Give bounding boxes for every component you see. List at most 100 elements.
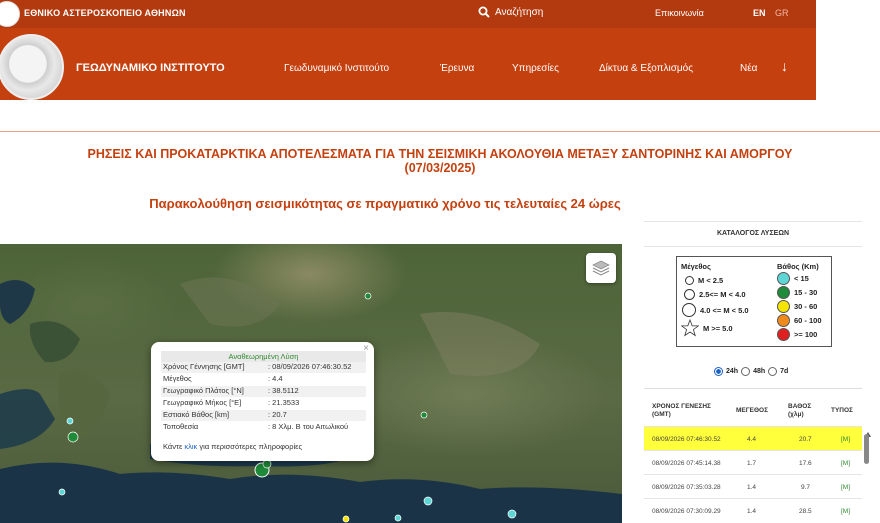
more-info-post: για περισσότερες πληροφορίες	[197, 442, 303, 451]
radio-7d[interactable]	[768, 367, 778, 376]
legend-mag-row: 2.5<= M < 4.0	[684, 289, 746, 300]
page-subtitle: Παρακολούθηση σεισμικότητας σε πραγματικ…	[149, 196, 621, 211]
legend-depth-row: < 15	[777, 272, 809, 285]
cell-type: [M]	[841, 508, 851, 515]
popup-row: Εστιακό Βάθος [km]: 20.7	[161, 410, 366, 421]
page-headline[interactable]: ΡΗΣΕΙΣ ΚΑΙ ΠΡΟΚΑΤΑΡΚΤΙΚΑ ΑΠΟΤΕΛΕΣΜΑΤΑ ΓΙ…	[0, 147, 880, 175]
cell-type: [M]	[841, 484, 851, 491]
popup-more-info: Κάντε κλικ για περισσότερες πληροφορίες	[163, 442, 302, 451]
lang-en-link[interactable]: EN	[753, 8, 766, 18]
legend-mag-row: M < 2.5	[685, 276, 723, 285]
legend-depth-label: 30 - 60	[794, 302, 818, 311]
legend-depth-label: 60 - 100	[794, 316, 822, 325]
top-bar: ΕΘΝΙΚΟ ΑΣΤΕΡΟΣΚΟΠΕΙΟ ΑΘΗΝΩΝ Αναζήτηση Επ…	[0, 0, 816, 28]
popup-row: Γεωγραφικό Πλάτος [°N]: 38.5112	[161, 386, 366, 397]
arrow-down-icon[interactable]: ↓	[781, 58, 788, 74]
popup-value: : 20.7	[268, 410, 287, 419]
headline-line1: ΡΗΣΕΙΣ ΚΑΙ ΠΡΟΚΑΤΑΡΚΤΙΚΑ ΑΠΟΤΕΛΕΣΜΑΤΑ ΓΙ…	[87, 147, 793, 161]
table-row[interactable]: 08/09/2026 07:45:14.38 1.7 17.6 [M]	[644, 450, 862, 475]
legend-depth-label: < 15	[794, 274, 809, 283]
table-row[interactable]: 08/09/2026 07:46:30.52 4.4 20.7 [M]	[644, 426, 862, 451]
institute-seal-logo[interactable]	[0, 34, 64, 100]
legend-mag-label: M < 2.5	[698, 276, 724, 285]
table-row[interactable]: 08/09/2026 07:35:03.28 1.4 9.7 [M]	[644, 474, 862, 499]
radio-7d-label[interactable]: 7d	[780, 368, 788, 375]
popup-value: : 38.5112	[268, 386, 299, 395]
popup-value: : 21.3533	[268, 398, 300, 407]
observatory-name[interactable]: ΕΘΝΙΚΟ ΑΣΤΕΡΟΣΚΟΠΕΙΟ ΑΘΗΝΩΝ	[24, 8, 186, 18]
nav-item-news[interactable]: Νέα	[740, 63, 757, 74]
col-time[interactable]: ΧΡΟΝΟΣ ΓΕΝΕΣΗΣ (GMT)	[652, 403, 724, 419]
radio-24h-label[interactable]: 24h	[726, 368, 738, 375]
cell-magnitude: 1.4	[747, 484, 757, 491]
orange-dot-icon	[777, 314, 790, 327]
legend-mag-label: M >= 5.0	[703, 323, 733, 333]
radio-24h[interactable]	[714, 367, 723, 376]
legend-depth-header: Βάθος (Km)	[777, 262, 819, 271]
popup-title: Αναθεωρημένη Λύση	[161, 351, 366, 362]
event-popup: × Αναθεωρημένη Λύση Χρόνος Γέννησης [GMT…	[151, 342, 374, 461]
small-circle-icon	[685, 276, 694, 285]
cell-depth: 17.6	[799, 460, 812, 467]
col-magnitude[interactable]: ΜΕΓΕΘΟΣ	[736, 407, 768, 414]
cell-time: 08/09/2026 07:35:03.28	[652, 484, 721, 491]
legend-depth-label: >= 100	[794, 330, 818, 339]
legend-mag-row: M >= 5.0	[681, 319, 733, 337]
legend-depth-row: 30 - 60	[777, 300, 817, 313]
col-type[interactable]: ΤΥΠΟΣ	[831, 407, 853, 414]
more-info-link[interactable]: κλικ	[184, 442, 197, 451]
contact-link[interactable]: Επικοινωνία	[655, 8, 704, 18]
cell-magnitude: 4.4	[747, 436, 757, 443]
green-dot-icon	[777, 286, 790, 299]
legend-box: Μέγεθος Βάθος (Km) M < 2.5 2.5<= M < 4.0…	[676, 256, 832, 347]
popup-row: Χρόνος Γέννησης [GMT] : 08/09/2026 07:46:…	[161, 362, 366, 373]
popup-key: Χρόνος Γέννησης [GMT]	[163, 362, 245, 371]
main-nav: ΓΕΩΔΥΝΑΜΙΚΟ ΙΝΣΤΙΤΟΥΤΟ Γεωδυναμικό Ινστι…	[0, 28, 816, 100]
popup-key: Γεωγραφικό Μήκος [°E]	[163, 398, 242, 407]
popup-row: Τοποθεσία : 8 Χλμ. Β του Αιτωλικού	[161, 422, 366, 433]
lang-gr-link[interactable]: GR	[775, 8, 789, 18]
table-row[interactable]: 08/09/2026 07:30:09.29 1.4 28.5 [M]	[644, 498, 862, 523]
popup-key: Τοποθεσία	[163, 422, 199, 431]
nav-item-research[interactable]: Έρευνα	[440, 63, 474, 74]
large-circle-icon	[682, 303, 696, 317]
events-table-header: ΧΡΟΝΟΣ ΓΕΝΕΣΗΣ (GMT) ΜΕΓΕΘΟΣ ΒΑΘΟΣ (χλμ)…	[644, 388, 862, 427]
popup-value: : 08/09/2026 07:46:30.52	[268, 362, 352, 371]
nav-item-institute[interactable]: Γεωδυναμικό Ινστιτούτο	[284, 63, 389, 74]
cyan-dot-icon	[777, 272, 790, 285]
cell-type: [M]	[841, 436, 851, 443]
nav-item-networks[interactable]: Δίκτυα & Εξοπλισμός	[599, 63, 693, 74]
popup-value: : 8 Χλμ. Β του Αιτωλικού	[268, 422, 349, 431]
cell-depth: 20.7	[799, 436, 812, 443]
legend-depth-label: 15 - 30	[794, 288, 818, 297]
legend-depth-row: 15 - 30	[777, 286, 817, 299]
cell-depth: 9.7	[801, 484, 811, 491]
search-icon	[478, 6, 490, 18]
popup-key: Μέγεθος	[163, 374, 192, 383]
popup-value: : 4.4	[268, 374, 283, 383]
legend-mag-label: 4.0 <= M < 5.0	[700, 305, 749, 315]
headline-line2: (07/03/2025)	[404, 161, 476, 175]
nav-item-services[interactable]: Υπηρεσίες	[512, 63, 559, 74]
legend-mag-label: 2.5<= M < 4.0	[699, 290, 746, 299]
scrollbar-thumb[interactable]	[864, 434, 869, 464]
radio-48h-label[interactable]: 48h	[753, 368, 765, 375]
cell-time: 08/09/2026 07:46:30.52	[652, 436, 721, 443]
legend-depth-row: 60 - 100	[777, 314, 822, 327]
col-depth[interactable]: ΒΑΘΟΣ (χλμ)	[788, 403, 818, 419]
layers-icon	[592, 260, 610, 276]
map-layers-button[interactable]	[586, 253, 616, 283]
divider	[0, 131, 880, 132]
yellow-dot-icon	[777, 300, 790, 313]
search-label: Αναζήτηση	[495, 6, 544, 18]
legend-depth-row: >= 100	[777, 328, 817, 341]
popup-row: Μέγεθος : 4.4	[161, 374, 366, 385]
observatory-logo[interactable]	[0, 1, 20, 27]
institute-title[interactable]: ΓΕΩΔΥΝΑΜΙΚΟ ΙΝΣΤΙΤΟΥΤΟ	[76, 62, 225, 74]
more-info-pre: Κάντε	[163, 442, 185, 451]
cell-magnitude: 1.7	[747, 460, 757, 467]
radio-48h[interactable]	[741, 367, 751, 376]
search-button[interactable]: Αναζήτηση	[478, 6, 543, 18]
legend-magnitude-header: Μέγεθος	[681, 262, 711, 271]
medium-circle-icon	[684, 289, 695, 300]
